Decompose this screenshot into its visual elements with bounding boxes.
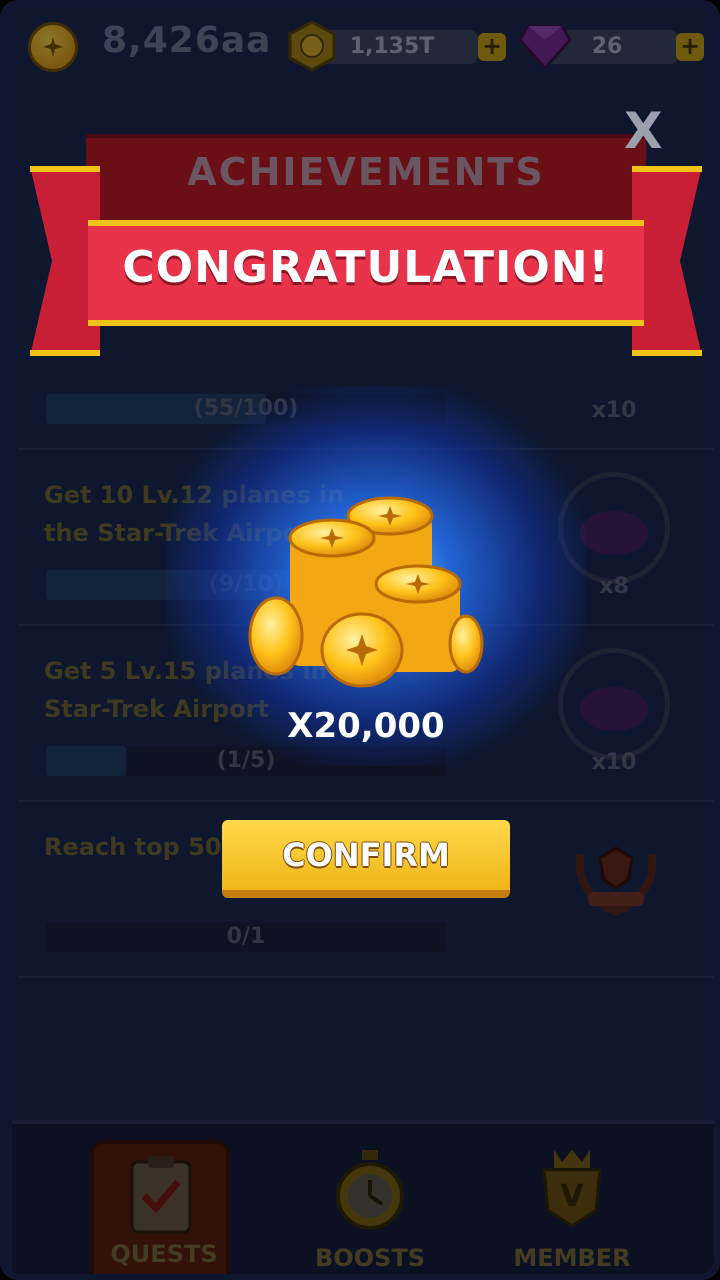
page-title: ACHIEVEMENTS: [187, 150, 545, 194]
confirm-button[interactable]: CONFIRM: [222, 820, 510, 898]
congrats-title: CONGRATULATION!: [122, 242, 610, 293]
coin-pile-icon: [248, 496, 484, 688]
confirm-label: CONFIRM: [282, 836, 450, 874]
game-screen: 8,426aa 1,135T + 26 + -Trek Airport (55/…: [0, 0, 720, 1280]
reward-amount: X20,000: [287, 706, 445, 746]
close-button[interactable]: X: [624, 102, 663, 160]
